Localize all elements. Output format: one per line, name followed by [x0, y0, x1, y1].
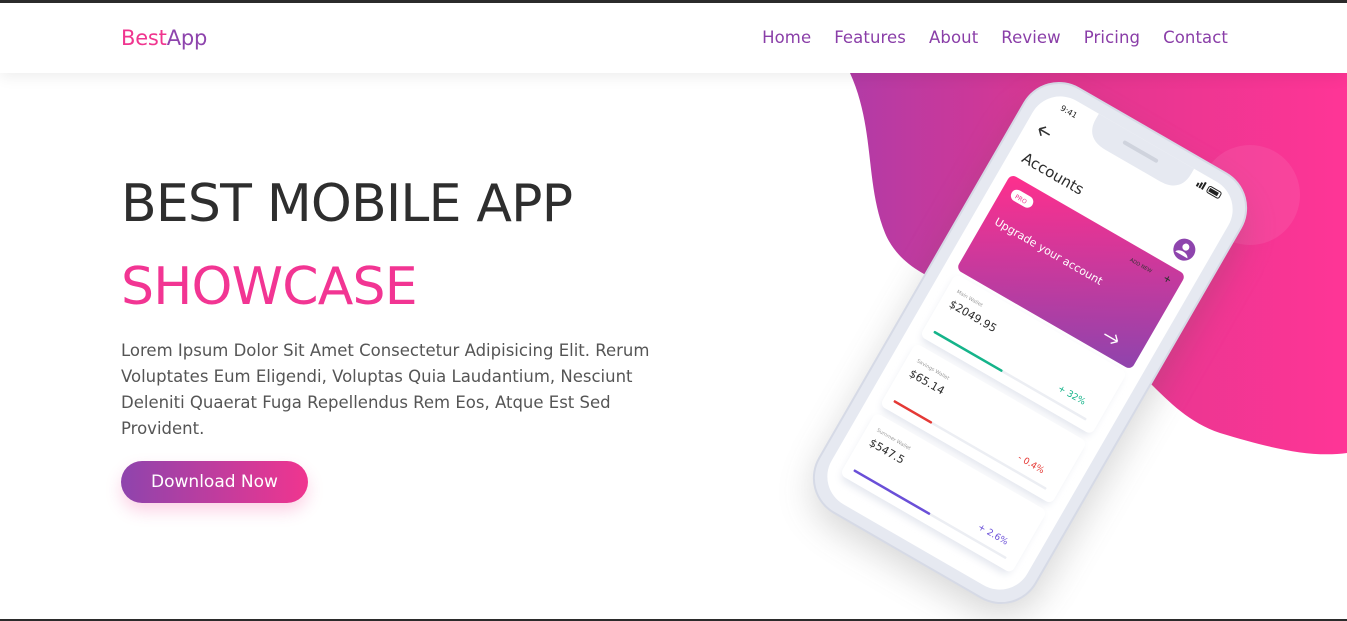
- nav-contact[interactable]: Contact: [1163, 27, 1228, 49]
- brand-logo[interactable]: BestApp: [121, 25, 207, 51]
- main-nav: Home Features About Review Pricing Conta…: [762, 27, 1228, 49]
- nav-pricing[interactable]: Pricing: [1084, 27, 1140, 49]
- nav-about[interactable]: About: [929, 27, 978, 49]
- nav-home[interactable]: Home: [762, 27, 811, 49]
- hero-illustration: 9:41 Accounts PRO Upgrade your account A…: [812, 73, 1347, 615]
- hero-description: Lorem Ipsum Dolor Sit Amet Consectetur A…: [121, 341, 650, 438]
- download-now-button[interactable]: Download Now: [121, 461, 308, 503]
- nav-features[interactable]: Features: [834, 27, 906, 49]
- hero-title-line1: BEST MOBILE APP: [121, 174, 573, 234]
- hero-title-line2: SHOWCASE: [121, 257, 418, 317]
- landing-page: BestApp Home Features About Review Prici…: [0, 0, 1347, 621]
- logo-part-app: App: [166, 26, 208, 50]
- logo-part-best: Best: [121, 26, 167, 50]
- site-header: BestApp Home Features About Review Prici…: [0, 3, 1347, 73]
- nav-review[interactable]: Review: [1001, 27, 1060, 49]
